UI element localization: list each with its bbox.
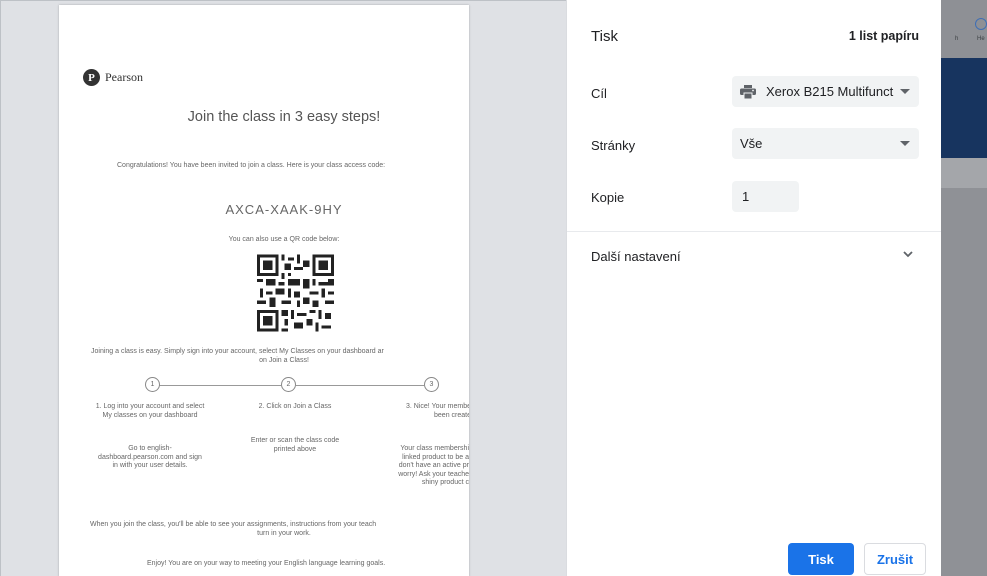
step-3-desc-line: linked product to be a [402, 453, 469, 461]
step-1-desc-line: Go to english- [128, 445, 172, 452]
step-1-title: 1. Log into your account and select My c… [85, 403, 215, 420]
class-access-code: AXCA-XAAK-9HY [225, 202, 343, 217]
sheet-count: 1 list papíru [848, 29, 919, 43]
step-3-desc-line: don't have an active pr [398, 462, 469, 469]
print-settings-panel: Tisk 1 list papíru Cíl Xerox B215 Multif… [567, 0, 941, 576]
step-3-description: Your class membershi linked product to b… [371, 445, 469, 488]
pearson-logo-text: Pearson [105, 70, 143, 84]
step-3-desc-line: worry! Ask your teache [398, 470, 469, 478]
joining-text-line1: Joining a class is easy. Simply sign int… [91, 348, 384, 355]
dropdown-arrow-icon [900, 89, 910, 94]
more-settings-toggle[interactable]: Další nastavení [591, 249, 681, 264]
preview-page: P Pearson Join the class in 3 easy steps… [59, 5, 469, 576]
qr-code [257, 254, 334, 332]
step-2-desc-line: Enter or scan the class code [250, 437, 340, 444]
destination-value: Xerox B215 Multifunct [766, 84, 894, 99]
step-1-desc-line: dashboard.pearson.com and sign [98, 453, 202, 461]
help-icon [975, 18, 987, 30]
background-subbar [941, 158, 987, 188]
joining-text-line2: on Join a Class! [259, 357, 309, 364]
step-3-title: 3. Nice! Your membe been create [379, 403, 469, 420]
background-header-text: h [955, 36, 959, 42]
step-3-desc-line: shiny product c [421, 479, 469, 486]
footer-text-line2: turn in your work. [257, 530, 311, 537]
pages-label: Stránky [591, 138, 636, 153]
destination-select[interactable]: Xerox B215 Multifunct [732, 76, 919, 107]
destination-label: Cíl [591, 86, 607, 101]
print-button[interactable]: Tisk [788, 543, 854, 575]
pearson-logo: P Pearson [83, 69, 143, 86]
printer-icon [740, 84, 756, 99]
background-help-text: He [977, 36, 985, 42]
background-header-banner [941, 58, 987, 158]
settings-divider [567, 231, 941, 232]
chevron-down-icon[interactable] [902, 248, 914, 260]
step-3-title-line2: been create [434, 411, 469, 419]
footer-text-line1: When you join the class, you'll be able … [90, 521, 377, 528]
step-3-desc-line: Your class membershi [400, 445, 469, 452]
steps-connector [159, 385, 281, 386]
step-2-circle: 2 [281, 377, 296, 392]
background-content [941, 188, 987, 576]
copies-input[interactable]: 1 [732, 181, 799, 212]
step-2-description: Enter or scan the class code printed abo… [235, 437, 355, 454]
qr-caption: You can also use a QR code below: [228, 236, 340, 243]
document-title: Join the class in 3 easy steps! [187, 109, 381, 125]
step-2-title: 2. Click on Join a Class [258, 403, 332, 410]
step-1-title-line1: 1. Log into your account and select [95, 403, 205, 410]
step-1-description: Go to english- dashboard.pearson.com and… [85, 445, 215, 471]
copies-label: Kopie [591, 190, 625, 205]
print-dialog-title: Tisk [591, 28, 618, 45]
cancel-button[interactable]: Zrušit [864, 543, 926, 575]
congrats-text: Congratulations! You have been invited t… [117, 162, 386, 169]
pages-value: Vše [740, 136, 763, 151]
print-preview-area: P Pearson Join the class in 3 easy steps… [0, 0, 567, 576]
step-1-circle: 1 [145, 377, 160, 392]
pearson-logo-icon: P [83, 69, 100, 86]
background-page: h He [941, 0, 987, 576]
pages-select[interactable]: Vše [732, 128, 919, 159]
step-2-desc-line: printed above [273, 445, 317, 453]
step-1-desc-line: in with your user details. [112, 462, 188, 469]
dropdown-arrow-icon [900, 141, 910, 146]
step-1-title-line2: My classes on your dashboard [102, 411, 198, 419]
steps-connector [296, 385, 424, 386]
step-3-circle: 3 [424, 377, 439, 392]
closing-text: Enjoy! You are on your way to meeting yo… [147, 560, 386, 567]
step-3-title-line1: 3. Nice! Your membe [406, 403, 469, 410]
